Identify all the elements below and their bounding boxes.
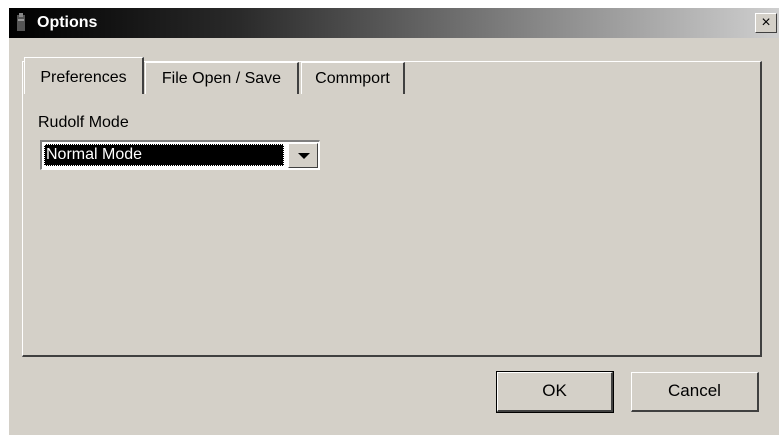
tab-file-open-save[interactable]: File Open / Save <box>145 62 299 94</box>
cancel-button[interactable]: Cancel <box>631 372 759 412</box>
window-title: Options <box>37 14 98 31</box>
dropdown-button[interactable] <box>288 143 318 168</box>
app-icon <box>17 13 25 31</box>
tab-file-open-save-label: File Open / Save <box>161 70 282 87</box>
tab-commport-label: Commport <box>315 70 390 87</box>
close-icon: × <box>761 14 771 31</box>
rudolf-mode-select[interactable]: Normal Mode <box>40 140 320 170</box>
title-bar[interactable]: Options <box>9 8 779 38</box>
chevron-down-icon <box>298 153 310 159</box>
rudolf-mode-label: Rudolf Mode <box>38 114 129 131</box>
tab-panel-preferences <box>22 61 762 357</box>
rudolf-mode-selected-value[interactable]: Normal Mode <box>44 144 284 166</box>
close-button[interactable]: × <box>755 13 777 33</box>
ok-button[interactable]: OK <box>496 371 614 413</box>
tab-preferences[interactable]: Preferences <box>24 57 144 94</box>
tab-preferences-label: Preferences <box>40 69 127 86</box>
tab-commport[interactable]: Commport <box>301 62 405 94</box>
